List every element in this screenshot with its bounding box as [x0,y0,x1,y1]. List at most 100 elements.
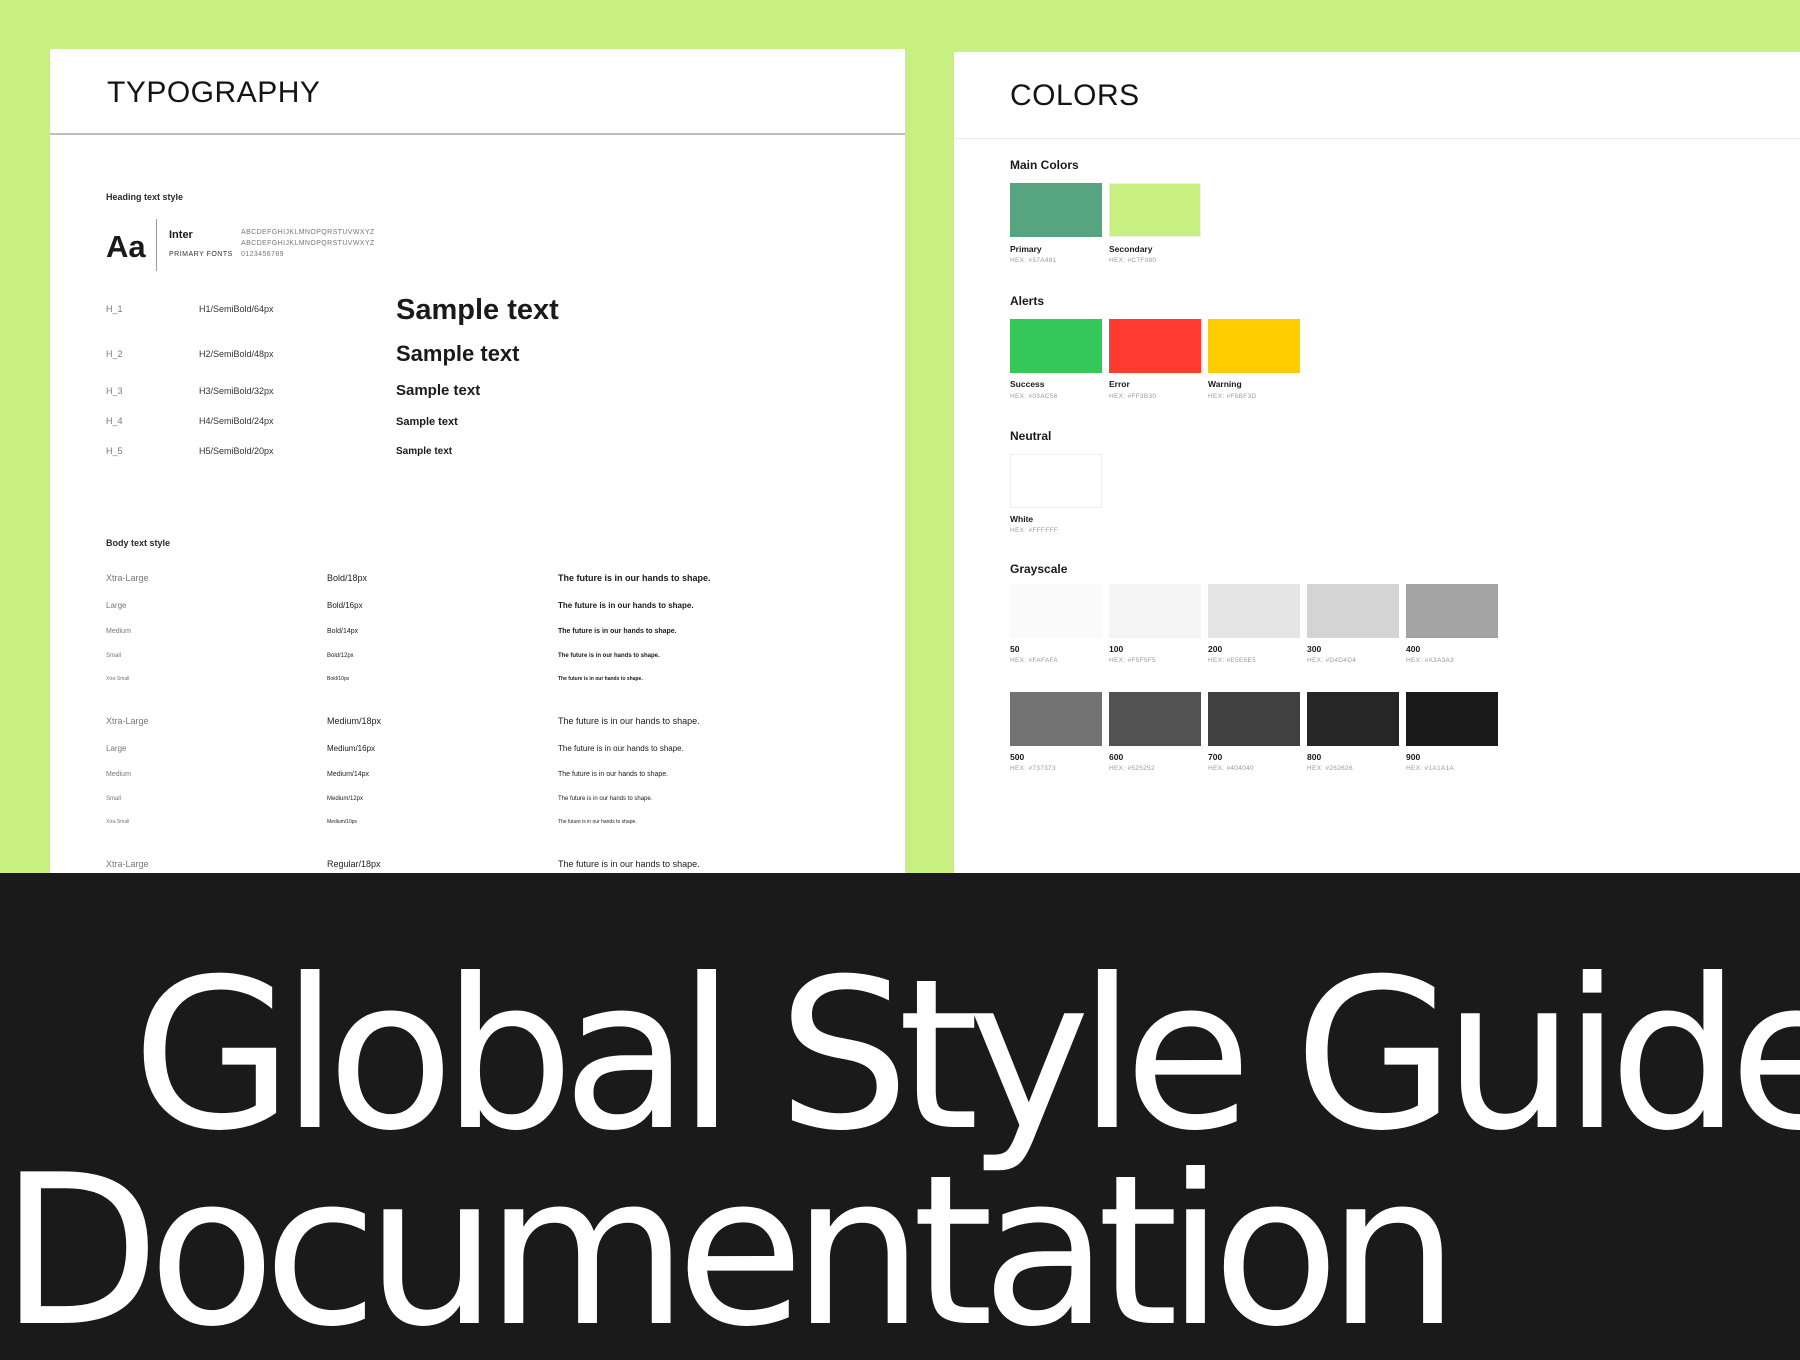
swatch-hex: HEX: #F5BF3D [1208,393,1257,400]
heading-code: H_4 [106,416,123,426]
body-size: Large [106,601,127,610]
main-colors-title: Main Colors [1010,158,1079,172]
body-spec: Regular/18px [327,859,381,869]
colors-panel: COLORS Main Colors Primary HEX: #57A481 … [954,52,1800,873]
font-preview: Aa [106,229,146,264]
heading-spec: H4/SemiBold/24px [199,416,274,426]
body-sample: The future is in our hands to shape. [558,601,694,610]
body-size: Small [106,653,122,659]
font-divider [156,219,157,271]
swatch-name: 200 [1208,644,1223,654]
body-sample: The future is in our hands to shape. [558,628,677,635]
body-spec: Medium/16px [327,744,376,753]
swatch-hex: HEX: #57A481 [1010,257,1057,264]
neutral-title: Neutral [1010,429,1052,443]
body-size: Large [106,744,127,753]
swatch-name: 500 [1010,752,1025,762]
swatch-name: 700 [1208,752,1223,762]
swatch-hex: HEX: #525252 [1109,765,1155,772]
swatch-error [1109,319,1201,373]
swatch-gray-50 [1010,584,1102,638]
body-sample: The future is in our hands to shape. [558,771,669,778]
body-spec: Bold/18px [327,573,368,583]
heading-spec: H5/SemiBold/20px [199,446,274,456]
body-spec: Medium/18px [327,716,382,726]
swatch-gray-900 [1406,692,1498,746]
swatch-name: 300 [1307,644,1322,654]
body-sample: The future is in our hands to shape. [558,573,711,583]
heading-sample: Sample text [396,446,453,457]
swatch-hex: HEX: #404040 [1208,765,1254,772]
heading-code: H_2 [106,349,123,359]
swatch-name: Primary [1010,244,1042,254]
swatch-warning [1208,319,1300,373]
swatch-hex: HEX: #FAFAFA [1010,657,1059,664]
swatch-name: Secondary [1109,244,1153,254]
heading-spec: H2/SemiBold/48px [199,349,274,359]
swatch-name: 50 [1010,644,1020,654]
body-size: Xtra-Large [106,716,149,726]
body-size: Xtra-Small [106,819,130,825]
font-glyphs-uppercase: ABCDEFGHIJKLMNOPQRSTUVWXYZ [241,229,375,236]
font-glyphs-digits: 0123456789 [241,251,284,258]
swatch-hex: HEX: #D4D4D4 [1307,657,1357,664]
swatch-gray-400 [1406,584,1498,638]
heading-code: H_3 [106,386,123,396]
swatch-hex: HEX: #E5E5E5 [1208,657,1257,664]
body-size: Medium [106,771,131,778]
body-spec: Medium/14px [327,771,370,778]
swatch-gray-600 [1109,692,1201,746]
colors-title: COLORS [1010,79,1140,112]
swatch-gray-500 [1010,692,1102,746]
swatch-name: 400 [1406,644,1421,654]
swatch-white [1010,454,1102,508]
body-size: Xtra-Large [106,859,149,869]
body-sample: The future is in our hands to shape. [558,796,653,802]
body-size: Medium [106,628,131,635]
swatch-secondary [1109,183,1201,237]
swatch-gray-100 [1109,584,1201,638]
swatch-hex: HEX: #737373 [1010,765,1056,772]
heading-section-label: Heading text style [106,192,184,202]
body-section-label: Body text style [106,538,171,548]
heading-sample: Sample text [396,341,520,366]
body-spec: Bold/10px [327,676,350,682]
swatch-name: Error [1109,379,1130,389]
typography-title: TYPOGRAPHY [107,76,321,109]
heading-code: H_1 [106,304,123,314]
body-sample: The future is in our hands to shape. [558,819,637,825]
swatch-name: White [1010,514,1034,524]
swatch-gray-800 [1307,692,1399,746]
typography-panel: TYPOGRAPHY Heading text style Aa Inter P… [50,49,905,873]
body-sample: The future is in our hands to shape. [558,676,643,682]
heading-code: H_5 [106,446,123,456]
headline-line-1: Global Style Guide [132,935,1800,1177]
body-spec: Bold/16px [327,601,363,610]
headline-line-2: Documentation [0,1131,1459,1360]
swatch-hex: HEX: #C7F080 [1109,257,1157,264]
typography-header: TYPOGRAPHY [50,49,905,135]
heading-spec: H1/SemiBold/64px [199,304,274,314]
body-sample: The future is in our hands to shape. [558,716,700,726]
body-size: Xtra-Small [106,676,130,682]
body-spec: Bold/12px [327,653,354,659]
swatch-gray-300 [1307,584,1399,638]
swatch-hex: HEX: #A3A3A3 [1406,657,1455,664]
body-sample: The future is in our hands to shape. [558,744,684,753]
body-size: Small [106,796,122,802]
swatch-hex: HEX: #262626 [1307,765,1353,772]
body-spec: Bold/14px [327,628,359,635]
colors-header: COLORS [954,52,1800,139]
swatch-hex: HEX: #FF3B30 [1109,393,1157,400]
swatch-name: Warning [1208,379,1242,389]
swatch-hex: HEX: #1A1A1A [1406,765,1455,772]
swatch-gray-200 [1208,584,1300,638]
heading-spec: H3/SemiBold/32px [199,386,274,396]
swatch-hex: HEX: #03AC56 [1010,393,1058,400]
heading-sample: Sample text [396,294,559,326]
swatch-name: 800 [1307,752,1322,762]
font-name: Inter [169,229,193,241]
swatch-gray-700 [1208,692,1300,746]
swatch-hex: HEX: #FFFFFF [1010,527,1059,534]
swatch-success [1010,319,1102,373]
